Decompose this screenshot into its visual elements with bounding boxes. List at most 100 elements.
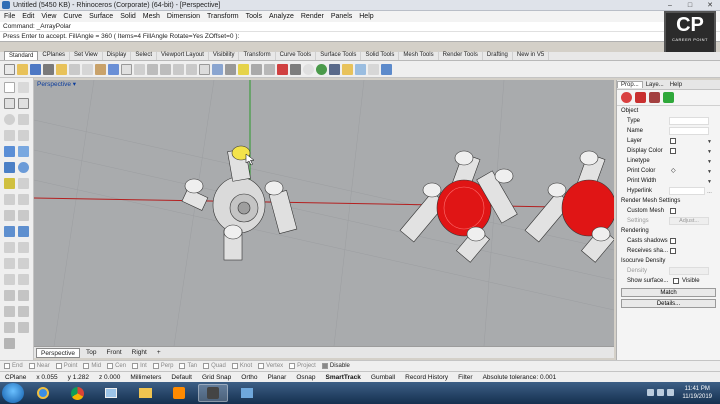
render-icon[interactable]	[316, 63, 327, 75]
new-file-icon[interactable]	[4, 63, 15, 75]
tab-transform[interactable]: Transform	[239, 51, 276, 60]
maximize-button[interactable]: □	[680, 0, 700, 10]
lock-icon[interactable]	[238, 63, 249, 75]
pan-icon[interactable]	[121, 63, 132, 75]
import-icon[interactable]	[56, 63, 67, 75]
tab-viewport-layout[interactable]: Viewport Layout	[157, 51, 209, 60]
osnap-mid[interactable]: Mid	[83, 363, 101, 369]
circle-icon[interactable]	[4, 114, 15, 125]
osnap-tan[interactable]: Tan	[179, 363, 197, 369]
receives-shadows-checkbox[interactable]	[670, 248, 676, 254]
copy-icon[interactable]	[82, 63, 93, 75]
osnap-end[interactable]: End	[4, 363, 23, 369]
osnap-cen[interactable]: Cen	[107, 363, 126, 369]
osnap-project[interactable]: Project	[289, 363, 316, 369]
rhino-taskbar-icon[interactable]	[198, 384, 228, 402]
menu-curve[interactable]: Curve	[63, 13, 82, 20]
tab-select[interactable]: Select	[131, 51, 157, 60]
viewport-tab-front[interactable]: Front	[102, 348, 125, 358]
menu-tools[interactable]: Tools	[246, 13, 262, 20]
gumball-icon[interactable]	[264, 63, 275, 75]
volume-icon[interactable]	[667, 389, 674, 396]
osnap-point[interactable]: Point	[55, 363, 77, 369]
scale-icon[interactable]	[18, 258, 29, 269]
status-filter[interactable]: Filter	[453, 374, 477, 381]
menu-panels[interactable]: Panels	[331, 13, 352, 20]
chamfer-icon[interactable]	[18, 210, 29, 221]
analyze-icon[interactable]	[277, 63, 288, 75]
ungroup-icon[interactable]	[18, 322, 29, 333]
menu-file[interactable]: File	[4, 13, 15, 20]
cplane-icon[interactable]	[212, 63, 223, 75]
menu-surface[interactable]: Surface	[89, 13, 113, 20]
menu-analyze[interactable]: Analyze	[269, 13, 294, 20]
menu-help[interactable]: Help	[359, 13, 373, 20]
status-osnap[interactable]: Osnap	[291, 374, 320, 381]
material-icon[interactable]	[342, 63, 353, 75]
menu-view[interactable]: View	[41, 13, 56, 20]
status-ortho[interactable]: Ortho	[236, 374, 262, 381]
tab-cplanes[interactable]: CPlanes	[38, 51, 71, 60]
command-prompt[interactable]: Press Enter to accept. FillAngle = 360 (…	[0, 32, 720, 42]
status-smarttrack[interactable]: SmartTrack	[320, 374, 365, 381]
zoom-window-icon[interactable]	[160, 63, 171, 75]
grid-icon[interactable]	[251, 63, 262, 75]
zoom-extents-icon[interactable]	[173, 63, 184, 75]
layer-swatch[interactable]	[670, 138, 676, 144]
hide-icon[interactable]	[225, 63, 236, 75]
text-icon[interactable]	[4, 194, 15, 205]
status-grid-snap[interactable]: Grid Snap	[197, 374, 236, 381]
light-icon[interactable]	[329, 63, 340, 75]
tab-visibility[interactable]: Visibility	[209, 51, 240, 60]
menu-edit[interactable]: Edit	[22, 13, 34, 20]
options-icon[interactable]	[368, 63, 379, 75]
status-planar[interactable]: Planar	[263, 374, 292, 381]
tab-curve-tools[interactable]: Curve Tools	[276, 51, 317, 60]
chevron-down-icon[interactable]: ▾	[71, 81, 76, 88]
menu-mesh[interactable]: Mesh	[143, 13, 160, 20]
decal-icon[interactable]	[663, 92, 674, 103]
details-button[interactable]: Details...	[621, 299, 716, 308]
menu-solid[interactable]: Solid	[120, 13, 136, 20]
array-icon[interactable]	[18, 274, 29, 285]
curve-icon[interactable]	[18, 98, 29, 109]
tab-help[interactable]: Help	[667, 82, 685, 88]
sphere-solid-icon[interactable]	[18, 162, 29, 173]
casts-shadows-checkbox[interactable]	[670, 238, 676, 244]
osnap-perp[interactable]: Perp	[152, 363, 173, 369]
tab-drafting[interactable]: Drafting	[483, 51, 513, 60]
menu-transform[interactable]: Transform	[207, 13, 239, 20]
tab-set-view[interactable]: Set View	[70, 51, 103, 60]
material-properties-icon[interactable]	[635, 92, 646, 103]
undo-icon[interactable]	[108, 63, 119, 75]
menu-render[interactable]: Render	[301, 13, 324, 20]
perspective-viewport[interactable]: Perspective ▾	[34, 80, 614, 346]
polyline-icon[interactable]	[4, 98, 15, 109]
tab-solid-tools[interactable]: Solid Tools	[361, 51, 400, 60]
cylinder-icon[interactable]	[4, 178, 15, 189]
select-icon[interactable]	[4, 82, 15, 93]
tab-surface-tools[interactable]: Surface Tools	[316, 51, 362, 60]
osnap-quad[interactable]: Quad	[203, 363, 226, 369]
print-icon[interactable]	[43, 63, 54, 75]
explorer-icon[interactable]	[232, 384, 262, 402]
folder-icon[interactable]	[130, 384, 160, 402]
osnap-knot[interactable]: Knot	[231, 363, 252, 369]
osnap-vertex[interactable]: Vertex	[258, 363, 283, 369]
chrome-icon[interactable]	[62, 384, 92, 402]
tab-standard[interactable]: Standard	[4, 51, 39, 60]
viewport-tab-top[interactable]: Top	[82, 348, 100, 358]
extrude-icon[interactable]	[18, 146, 29, 157]
join-icon[interactable]	[4, 306, 15, 317]
rotate-view-icon[interactable]	[134, 63, 145, 75]
move-icon[interactable]	[4, 242, 15, 253]
density-field[interactable]	[669, 267, 709, 275]
osnap-disable[interactable]: Disable	[321, 363, 350, 369]
zoom-selected-icon[interactable]	[186, 63, 197, 75]
adjust-button[interactable]: Adjust...	[669, 217, 709, 225]
close-button[interactable]: ✕	[700, 0, 720, 10]
point-icon[interactable]	[18, 82, 29, 93]
tab-display[interactable]: Display	[103, 51, 132, 60]
tab-new-in-v5[interactable]: New in V5	[513, 51, 550, 60]
ie-icon[interactable]	[28, 384, 58, 402]
